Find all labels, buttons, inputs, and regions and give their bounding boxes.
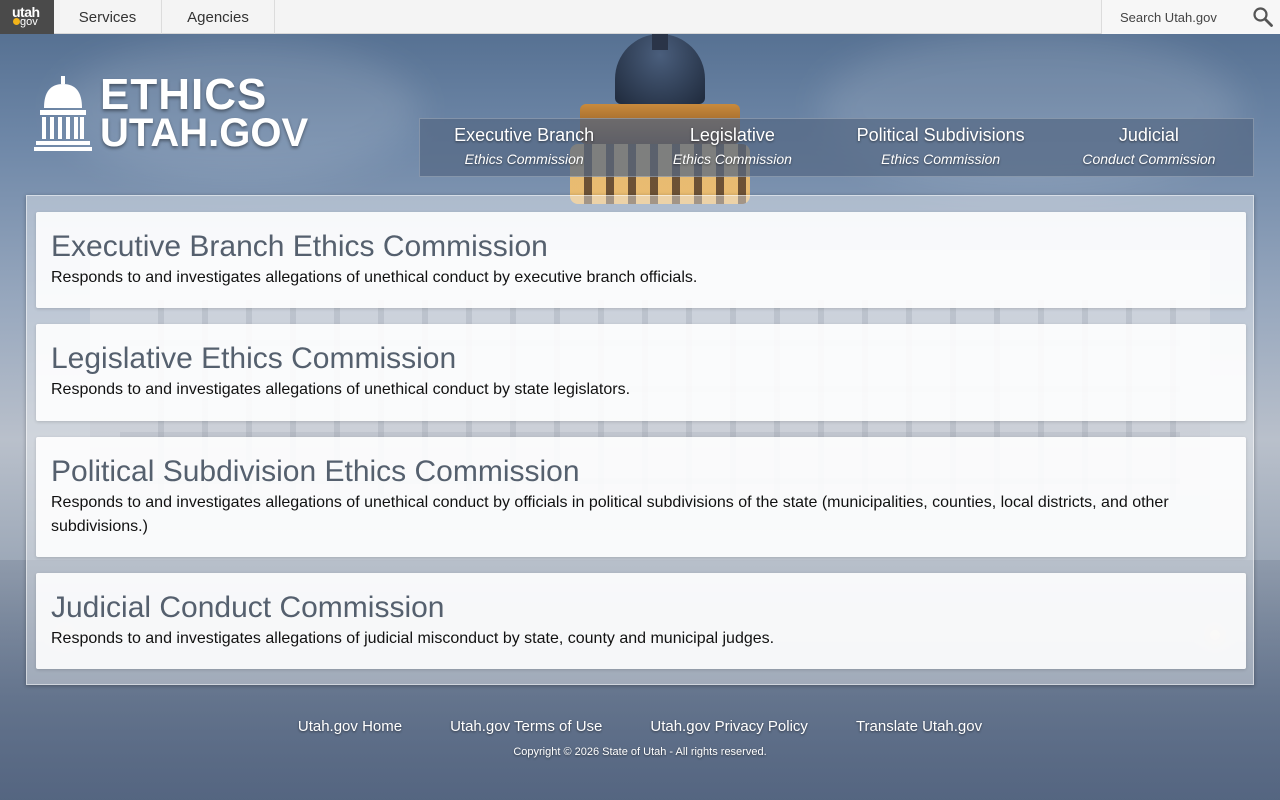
commission-card: Political Subdivision Ethics Commission … xyxy=(36,437,1246,557)
brand-text: ETHICS UTAH.GOV xyxy=(100,70,309,155)
nav-item-subtitle: Ethics Commission xyxy=(881,151,1001,167)
commission-title-link[interactable]: Judicial Conduct Commission xyxy=(51,591,1231,625)
nav-item-subtitle: Conduct Commission xyxy=(1082,151,1216,167)
brand-line-utah-gov: UTAH.GOV xyxy=(100,111,309,155)
commission-title-link[interactable]: Legislative Ethics Commission xyxy=(51,342,1231,376)
nav-political-subdivisions[interactable]: Political Subdivisions Ethics Commission xyxy=(837,119,1045,176)
footer-link-terms[interactable]: Utah.gov Terms of Use xyxy=(450,718,602,735)
commission-title-link[interactable]: Executive Branch Ethics Commission xyxy=(51,230,1231,264)
search-box xyxy=(1101,0,1280,34)
footer-link-privacy[interactable]: Utah.gov Privacy Policy xyxy=(650,718,808,735)
nav-item-title: Political Subdivisions xyxy=(856,125,1025,145)
commission-card: Executive Branch Ethics Commission Respo… xyxy=(36,212,1246,308)
capitol-icon xyxy=(34,76,92,154)
commission-title-link[interactable]: Political Subdivision Ethics Commission xyxy=(51,455,1231,489)
commission-description: Responds to and investigates allegations… xyxy=(51,494,1169,535)
footer-link-home[interactable]: Utah.gov Home xyxy=(298,718,402,735)
commission-description: Responds to and investigates allegations… xyxy=(51,381,631,398)
commission-card: Judicial Conduct Commission Responds to … xyxy=(36,573,1246,669)
brand-line-ethics: ETHICS xyxy=(100,70,268,119)
nav-agencies[interactable]: Agencies xyxy=(162,0,275,34)
copyright-text: Copyright © 2026 State of Utah - All rig… xyxy=(513,746,767,758)
logo-text-gov: gov xyxy=(20,16,38,28)
commission-card: Legislative Ethics Commission Responds t… xyxy=(36,324,1246,421)
commissions-panel: Executive Branch Ethics Commission Respo… xyxy=(26,195,1254,685)
nav-executive-branch[interactable]: Executive Branch Ethics Commission xyxy=(420,119,628,176)
nav-legislative[interactable]: Legislative Ethics Commission xyxy=(628,119,836,176)
nav-item-subtitle: Ethics Commission xyxy=(464,151,584,167)
commission-nav: Executive Branch Ethics Commission Legis… xyxy=(419,118,1254,177)
logo-dot xyxy=(13,18,20,25)
search-input[interactable] xyxy=(1120,2,1260,32)
nav-judicial[interactable]: Judicial Conduct Commission xyxy=(1045,119,1253,176)
footer-link-translate[interactable]: Translate Utah.gov xyxy=(856,718,982,735)
nav-item-title: Judicial xyxy=(1118,125,1179,145)
nav-item-title: Executive Branch xyxy=(454,125,595,145)
nav-item-subtitle: Ethics Commission xyxy=(672,151,792,167)
utah-gov-topbar: utah gov Services Agencies xyxy=(0,0,1280,34)
utah-gov-logo[interactable]: utah gov xyxy=(0,0,54,34)
footer-links: Utah.gov Home Utah.gov Terms of Use Utah… xyxy=(0,718,1280,735)
commission-description: Responds to and investigates allegations… xyxy=(51,630,775,647)
search-icon[interactable] xyxy=(1252,6,1274,28)
ethics-utah-gov-logo[interactable]: ETHICS UTAH.GOV xyxy=(34,70,309,155)
commission-description: Responds to and investigates allegations… xyxy=(51,269,698,286)
nav-item-title: Legislative xyxy=(689,125,775,145)
nav-services[interactable]: Services xyxy=(54,0,162,34)
